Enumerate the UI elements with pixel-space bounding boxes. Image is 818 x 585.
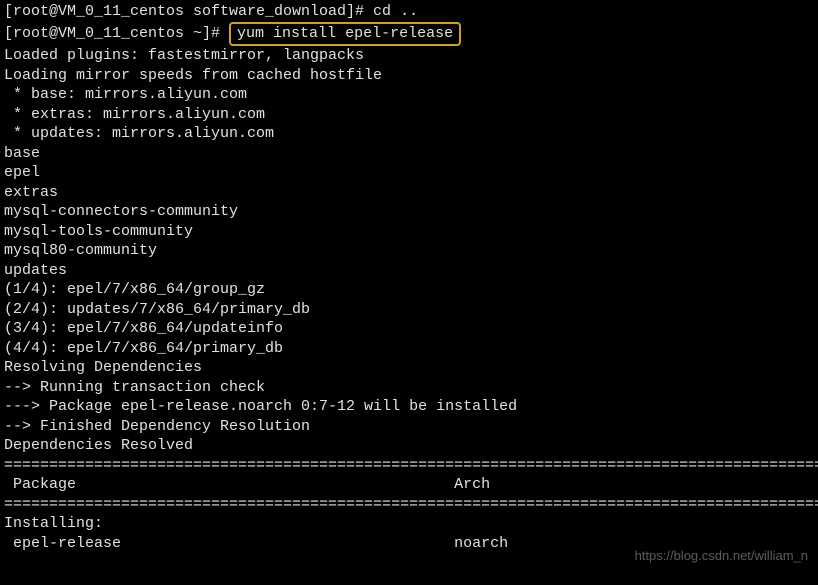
terminal-line: Loading mirror speeds from cached hostfi…	[4, 66, 814, 86]
install-arch: noarch	[454, 535, 508, 552]
divider-line: ========================================…	[4, 456, 814, 476]
terminal-line: extras	[4, 183, 814, 203]
terminal-line: (3/4): epel/7/x86_64/updateinfo	[4, 319, 814, 339]
terminal-line: * updates: mirrors.aliyun.com	[4, 124, 814, 144]
prompt-line: [root@VM_0_11_centos ~]# yum install epe…	[4, 22, 814, 47]
terminal-line: Loaded plugins: fastestmirror, langpacks	[4, 46, 814, 66]
terminal-line: epel	[4, 163, 814, 183]
terminal-line: --> Finished Dependency Resolution	[4, 417, 814, 437]
terminal-line: ---> Package epel-release.noarch 0:7-12 …	[4, 397, 814, 417]
table-row: epel-release noarch	[4, 534, 814, 554]
install-package: epel-release	[4, 535, 121, 552]
terminal-line: Dependencies Resolved	[4, 436, 814, 456]
terminal-line-partial: [root@VM_0_11_centos software_download]#…	[4, 2, 814, 22]
terminal-line: updates	[4, 261, 814, 281]
terminal-line: mysql-tools-community	[4, 222, 814, 242]
shell-prompt: [root@VM_0_11_centos ~]#	[4, 25, 229, 42]
terminal-line: --> Running transaction check	[4, 378, 814, 398]
divider-line: ========================================…	[4, 495, 814, 515]
terminal-line: Resolving Dependencies	[4, 358, 814, 378]
terminal-line: base	[4, 144, 814, 164]
header-package: Package	[4, 476, 76, 493]
terminal-line: * extras: mirrors.aliyun.com	[4, 105, 814, 125]
terminal-line: (2/4): updates/7/x86_64/primary_db	[4, 300, 814, 320]
table-header: Package Arch	[4, 475, 814, 495]
terminal-line: mysql-connectors-community	[4, 202, 814, 222]
terminal-line: (1/4): epel/7/x86_64/group_gz	[4, 280, 814, 300]
terminal-line: * base: mirrors.aliyun.com	[4, 85, 814, 105]
terminal-line: mysql80-community	[4, 241, 814, 261]
highlighted-command: yum install epel-release	[229, 22, 461, 47]
header-arch: Arch	[454, 476, 490, 493]
terminal-line: (4/4): epel/7/x86_64/primary_db	[4, 339, 814, 359]
installing-label: Installing:	[4, 514, 814, 534]
